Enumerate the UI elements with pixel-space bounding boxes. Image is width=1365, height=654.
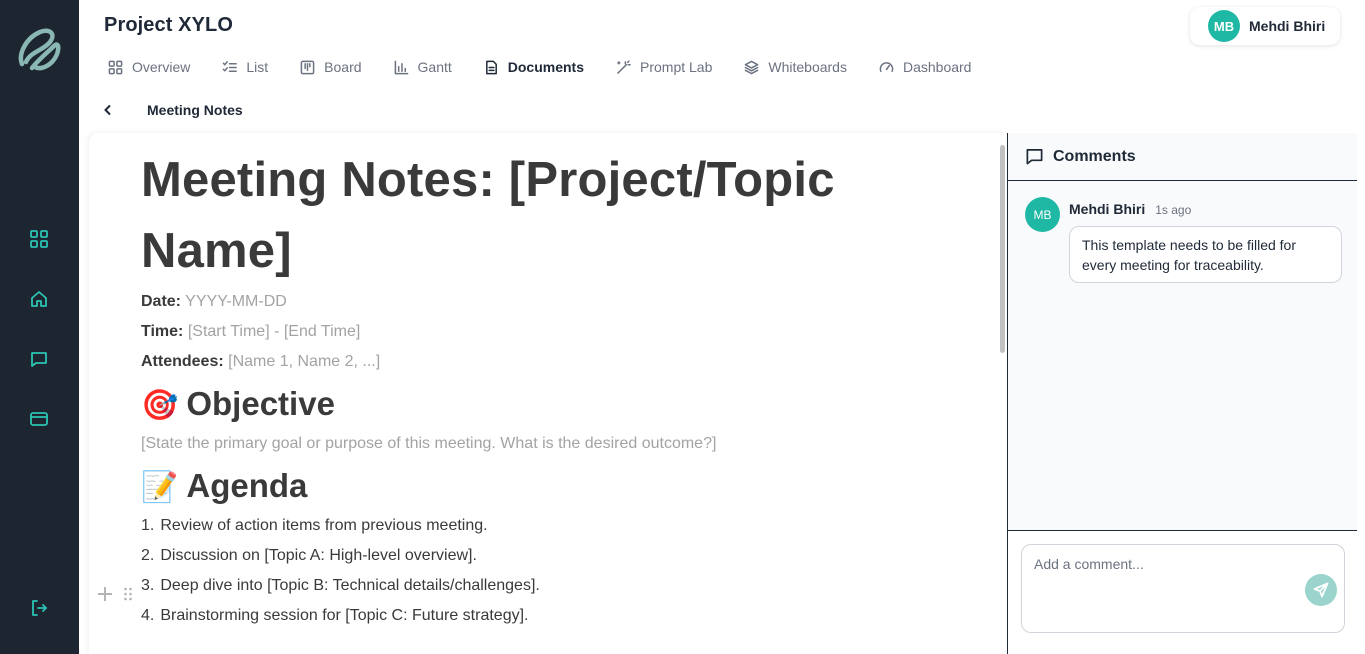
- tab-label: Documents: [507, 59, 584, 75]
- comments-title: Comments: [1053, 147, 1136, 165]
- back-button[interactable]: [100, 99, 116, 121]
- date-value: YYYY-MM-DD: [185, 293, 287, 310]
- app-sidebar: [0, 0, 79, 654]
- sidebar-chat-icon[interactable]: [27, 347, 51, 371]
- tab-label: Board: [324, 59, 362, 75]
- tab-dashboard[interactable]: Dashboard: [879, 57, 972, 77]
- list-number: 3.: [141, 577, 155, 594]
- comment-input[interactable]: [1021, 544, 1345, 633]
- document-icon: [485, 60, 497, 74]
- comment-text: This template needs to be filled for eve…: [1069, 226, 1342, 283]
- scrollbar-thumb[interactable]: [1000, 145, 1005, 353]
- sidebar-grid-icon[interactable]: [27, 227, 51, 251]
- list-item-text: Discussion on [Topic A: High-level overv…: [160, 547, 477, 564]
- user-name: Mehdi Bhiri: [1249, 18, 1326, 34]
- tab-board[interactable]: Board: [300, 57, 362, 77]
- view-tabs: Overview List Board Gantt Documents Prom…: [108, 57, 1003, 77]
- tab-documents[interactable]: Documents: [484, 57, 584, 77]
- tab-label: Gantt: [417, 59, 452, 75]
- list-item[interactable]: 4. Brainstorming session for [Topic C: Fu…: [141, 601, 901, 631]
- tab-prompt-lab[interactable]: Prompt Lab: [616, 57, 712, 77]
- app-logo[interactable]: [14, 24, 64, 74]
- bar-chart-icon: [394, 60, 408, 74]
- objective-heading-text: Objective: [186, 385, 335, 422]
- attendees-value: [Name 1, Name 2, ...]: [228, 353, 381, 370]
- document-scrollbar[interactable]: [999, 133, 1007, 654]
- gauge-icon: [879, 61, 894, 72]
- logout-icon[interactable]: [27, 596, 51, 620]
- user-menu[interactable]: MB Mehdi Bhiri: [1190, 7, 1340, 45]
- avatar: MB: [1208, 10, 1240, 42]
- avatar: MB: [1025, 197, 1060, 232]
- tab-gantt[interactable]: Gantt: [394, 57, 452, 77]
- time-label: Time:: [141, 323, 184, 340]
- agenda-heading-text: Agenda: [186, 467, 308, 504]
- document-title[interactable]: Meeting Notes: [Project/Topic Name]: [141, 145, 901, 287]
- list-item[interactable]: 3. Deep dive into [Topic B: Technical det…: [141, 571, 901, 601]
- date-label: Date:: [141, 293, 182, 310]
- project-title: Project XYLO: [104, 14, 234, 36]
- date-line[interactable]: Date: YYYY-MM-DD: [141, 287, 901, 317]
- comment-icon: [1026, 148, 1043, 165]
- send-icon: [1313, 582, 1329, 598]
- document-editor[interactable]: Meeting Notes: [Project/Topic Name] Date…: [89, 133, 1006, 654]
- magic-wand-icon: [617, 59, 631, 74]
- comments-header: Comments: [1008, 133, 1357, 181]
- attendees-line[interactable]: Attendees: [Name 1, Name 2, ...]: [141, 347, 901, 377]
- sidebar-card-icon[interactable]: [27, 407, 51, 431]
- list-number: 2.: [141, 547, 155, 564]
- breadcrumb: Meeting Notes: [100, 99, 243, 121]
- tab-whiteboards[interactable]: Whiteboards: [744, 57, 847, 77]
- breadcrumb-title: Meeting Notes: [147, 102, 243, 118]
- checklist-icon: [223, 60, 238, 72]
- tab-label: Prompt Lab: [640, 59, 713, 75]
- list-item-text: Deep dive into [Topic B: Technical detai…: [160, 577, 540, 594]
- comment-author: Mehdi Bhiri: [1069, 201, 1146, 217]
- list-number: 1.: [141, 517, 155, 534]
- list-number: 4.: [141, 607, 155, 624]
- tab-label: Dashboard: [902, 59, 972, 75]
- comments-panel: Comments MB Mehdi Bhiri 1s ago This temp…: [1007, 133, 1357, 654]
- objective-text[interactable]: [State the primary goal or purpose of th…: [141, 429, 901, 459]
- comment-meta: Mehdi Bhiri 1s ago: [1069, 201, 1191, 217]
- memo-icon: 📝: [141, 471, 179, 504]
- sidebar-home-icon[interactable]: [27, 287, 51, 311]
- tab-label: Whiteboards: [768, 59, 847, 75]
- attendees-label: Attendees:: [141, 353, 224, 370]
- drag-handle-icon[interactable]: [123, 587, 133, 601]
- send-comment-button[interactable]: [1305, 574, 1337, 606]
- list-item-text: Brainstorming session for [Topic C: Futu…: [160, 607, 529, 624]
- tab-list[interactable]: List: [222, 57, 268, 77]
- tab-label: Overview: [132, 59, 191, 75]
- time-line[interactable]: Time: [Start Time] - [End Time]: [141, 317, 901, 347]
- document-content[interactable]: Meeting Notes: [Project/Topic Name] Date…: [141, 145, 901, 631]
- time-value: [Start Time] - [End Time]: [187, 323, 361, 340]
- tab-label: List: [246, 59, 269, 75]
- comment-timestamp: 1s ago: [1155, 203, 1192, 217]
- agenda-list: 1. Review of action items from previous m…: [141, 511, 901, 631]
- objective-heading[interactable]: 🎯 Objective: [141, 381, 901, 429]
- board-icon: [300, 60, 315, 74]
- list-item[interactable]: 2. Discussion on [Topic A: High-level ove…: [141, 541, 901, 571]
- grid-icon: [108, 60, 123, 74]
- list-item[interactable]: 1. Review of action items from previous m…: [141, 511, 901, 541]
- tab-overview[interactable]: Overview: [108, 57, 190, 77]
- add-block-icon[interactable]: [98, 587, 112, 601]
- block-handles: [98, 585, 138, 603]
- list-item-text: Review of action items from previous mee…: [160, 517, 488, 534]
- chevron-left-icon: [104, 104, 111, 116]
- target-icon: 🎯: [141, 389, 179, 422]
- agenda-heading[interactable]: 📝 Agenda: [141, 463, 901, 511]
- layers-icon: [745, 60, 759, 74]
